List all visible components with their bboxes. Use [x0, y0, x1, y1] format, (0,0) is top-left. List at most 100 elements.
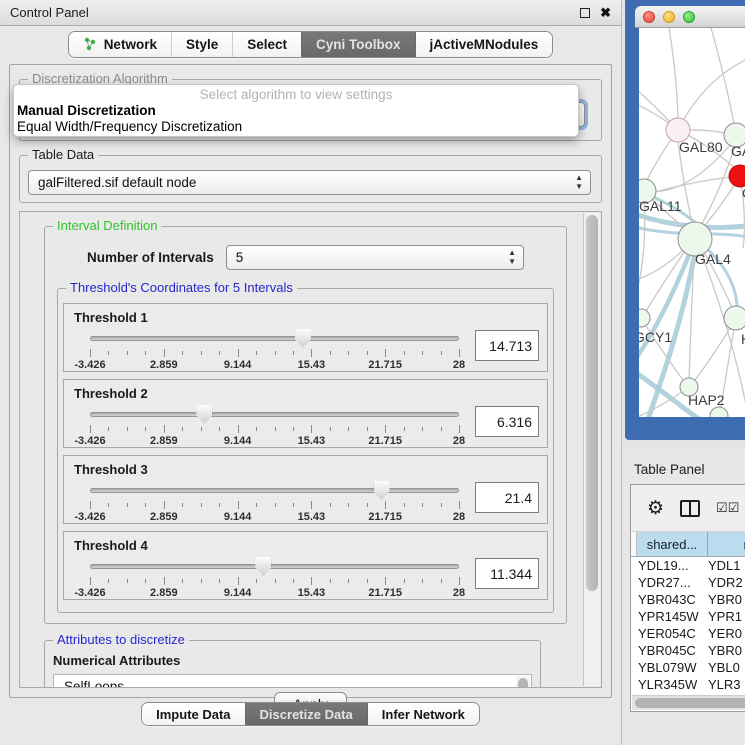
cell-name[interactable]: YBR0	[708, 592, 745, 607]
dropdown-option-equal-width[interactable]: Equal Width/Frequency Discretization	[14, 119, 578, 135]
tab-discretize-data[interactable]: Discretize Data	[245, 703, 367, 725]
table-row[interactable]: YER054CYER0	[631, 625, 745, 642]
top-tabbar: Network Style Select Cyni Toolbox jActiv…	[0, 26, 621, 62]
network-node-label: H	[741, 331, 745, 347]
select-columns-icon[interactable]: ☑☑	[716, 500, 739, 516]
tick-label: 28	[453, 435, 465, 447]
cell-shared-name[interactable]: YBL079W	[631, 660, 708, 675]
network-node[interactable]	[639, 309, 650, 327]
cell-shared-name[interactable]: YDL19...	[631, 558, 708, 573]
close-icon[interactable]: ✖	[600, 8, 611, 18]
tick-label: 2.859	[150, 359, 178, 371]
table-data-combobox[interactable]: galFiltered.sif default node ▲▼	[28, 170, 591, 195]
table-data-group: Table Data galFiltered.sif default node …	[19, 155, 602, 203]
column-header-shared-name[interactable]: shared...	[637, 532, 708, 556]
table-row[interactable]: YDL19...YDL1	[631, 557, 745, 574]
network-node[interactable]	[710, 407, 728, 417]
settings-scrollpane: Interval Definition Number of Intervals …	[19, 211, 602, 688]
network-canvas[interactable]: GAL80GACGAL11GAL4GCY1HHAP2	[639, 28, 745, 417]
network-icon	[83, 37, 98, 52]
gear-icon[interactable]: ⚙	[647, 499, 664, 518]
threshold-1-slider[interactable]: -3.4262.8599.14415.4321.71528	[90, 329, 459, 373]
zoom-traffic-light-icon[interactable]	[683, 11, 695, 23]
network-graph[interactable]: GAL80GACGAL11GAL4GCY1HHAP2	[639, 28, 745, 417]
slider-track[interactable]	[90, 564, 459, 569]
minimize-traffic-light-icon[interactable]	[663, 11, 675, 23]
group-label: Interval Definition	[53, 219, 161, 233]
threshold-3-value-field[interactable]: 21.4	[475, 482, 539, 513]
threshold-2-value-field[interactable]: 6.316	[475, 406, 539, 437]
slider-track[interactable]	[90, 488, 459, 493]
float-window-icon[interactable]	[580, 8, 590, 18]
slider-thumb[interactable]	[255, 557, 271, 576]
network-node[interactable]	[724, 306, 745, 330]
close-traffic-light-icon[interactable]	[643, 11, 655, 23]
table-horizontal-scrollbar[interactable]	[632, 695, 745, 710]
settings-scrollbar[interactable]	[583, 213, 600, 686]
tab-network[interactable]: Network	[69, 32, 171, 57]
table-panel: Table Panel ⚙ ☑☑ shared... na YDL19...YD…	[622, 448, 745, 745]
number-of-intervals-combobox[interactable]: 5 ▲▼	[226, 245, 524, 270]
tab-jactivemnodules[interactable]: jActiveMNodules	[415, 32, 553, 57]
table-row[interactable]: YBR045CYBR0	[631, 642, 745, 659]
table-row[interactable]: YBL079WYBL0	[631, 659, 745, 676]
table-row[interactable]: YPR145WYPR1	[631, 608, 745, 625]
network-window-titlebar[interactable]	[635, 6, 745, 28]
list-scrollbar[interactable]	[516, 676, 530, 688]
cyni-toolbox-panel: Discretization Algorithm ▲▼ Table Data g…	[9, 64, 612, 698]
dropdown-option-manual-discretization[interactable]: Manual Discretization	[14, 103, 578, 119]
tab-impute-data[interactable]: Impute Data	[142, 703, 244, 725]
interval-definition-group: Interval Definition Number of Intervals …	[44, 226, 567, 624]
cell-shared-name[interactable]: YER054C	[631, 626, 708, 641]
algorithm-dropdown-popup: Select algorithm to view settings Manual…	[13, 84, 579, 137]
tab-style[interactable]: Style	[171, 32, 232, 57]
cell-name[interactable]: YBR0	[708, 643, 745, 658]
attribute-list-item[interactable]: SelfLoops	[64, 678, 531, 688]
cell-shared-name[interactable]: YDR27...	[631, 575, 708, 590]
threshold-3-slider[interactable]: -3.4262.8599.14415.4321.71528	[90, 481, 459, 525]
tick-label: 21.715	[368, 435, 402, 447]
table-row[interactable]: YBR043CYBR0	[631, 591, 745, 608]
tab-select[interactable]: Select	[232, 32, 301, 57]
cell-name[interactable]: YER0	[708, 626, 745, 641]
tick-label: 9.144	[224, 435, 252, 447]
table-row[interactable]: YDR27...YDR2	[631, 574, 745, 591]
cell-shared-name[interactable]: YLR345W	[631, 677, 708, 692]
table-panel-title: Table Panel	[622, 448, 745, 477]
network-view-window[interactable]: GAL80GACGAL11GAL4GCY1HHAP2	[625, 0, 745, 440]
cell-name[interactable]: YDR2	[708, 575, 745, 590]
slider-thumb[interactable]	[196, 405, 212, 424]
numerical-attributes-list[interactable]: SelfLoopsTopologicalCoefficientBetweenne…	[53, 674, 532, 688]
cell-name[interactable]: YDL1	[708, 558, 745, 573]
network-node[interactable]	[729, 165, 745, 187]
network-edge[interactable]	[678, 58, 745, 130]
tab-cyni-toolbox[interactable]: Cyni Toolbox	[301, 32, 415, 57]
threshold-4-slider[interactable]: -3.4262.8599.14415.4321.71528	[90, 557, 459, 601]
network-node-label: GAL80	[679, 139, 723, 155]
cell-name[interactable]: YPR1	[708, 609, 745, 624]
slider-track[interactable]	[90, 336, 459, 341]
table-body: YDL19...YDL1YDR27...YDR2YBR043CYBR0YPR14…	[631, 557, 745, 695]
threshold-4-value-field[interactable]: 11.344	[475, 558, 539, 589]
column-header-name[interactable]: na	[708, 532, 745, 556]
cell-shared-name[interactable]: YBR045C	[631, 643, 708, 658]
number-of-intervals-value: 5	[236, 250, 244, 265]
scrollbar-thumb[interactable]	[586, 215, 598, 591]
cell-name[interactable]: YLR3	[708, 677, 745, 692]
cell-name[interactable]: YBL0	[708, 660, 745, 675]
tick-label: -3.426	[74, 359, 105, 371]
threshold-panel-4: Threshold 4 -3.4262.8599.14415.4321.7152…	[63, 531, 548, 600]
split-columns-icon[interactable]	[680, 500, 700, 517]
right-column: GAL80GACGAL11GAL4GCY1HHAP2 Table Panel ⚙…	[622, 0, 745, 745]
tab-infer-network[interactable]: Infer Network	[367, 703, 479, 725]
threshold-2-slider[interactable]: -3.4262.8599.14415.4321.71528	[90, 405, 459, 449]
cell-shared-name[interactable]: YBR043C	[631, 592, 708, 607]
slider-thumb[interactable]	[374, 481, 390, 500]
table-row[interactable]: YLR345WYLR3	[631, 676, 745, 693]
slider-track[interactable]	[90, 412, 459, 417]
threshold-1-value-field[interactable]: 14.713	[475, 330, 539, 361]
slider-thumb[interactable]	[295, 329, 311, 348]
dropdown-placeholder-option[interactable]: Select algorithm to view settings	[14, 87, 578, 103]
scrollbar-thumb[interactable]	[635, 698, 745, 708]
cell-shared-name[interactable]: YPR145W	[631, 609, 708, 624]
